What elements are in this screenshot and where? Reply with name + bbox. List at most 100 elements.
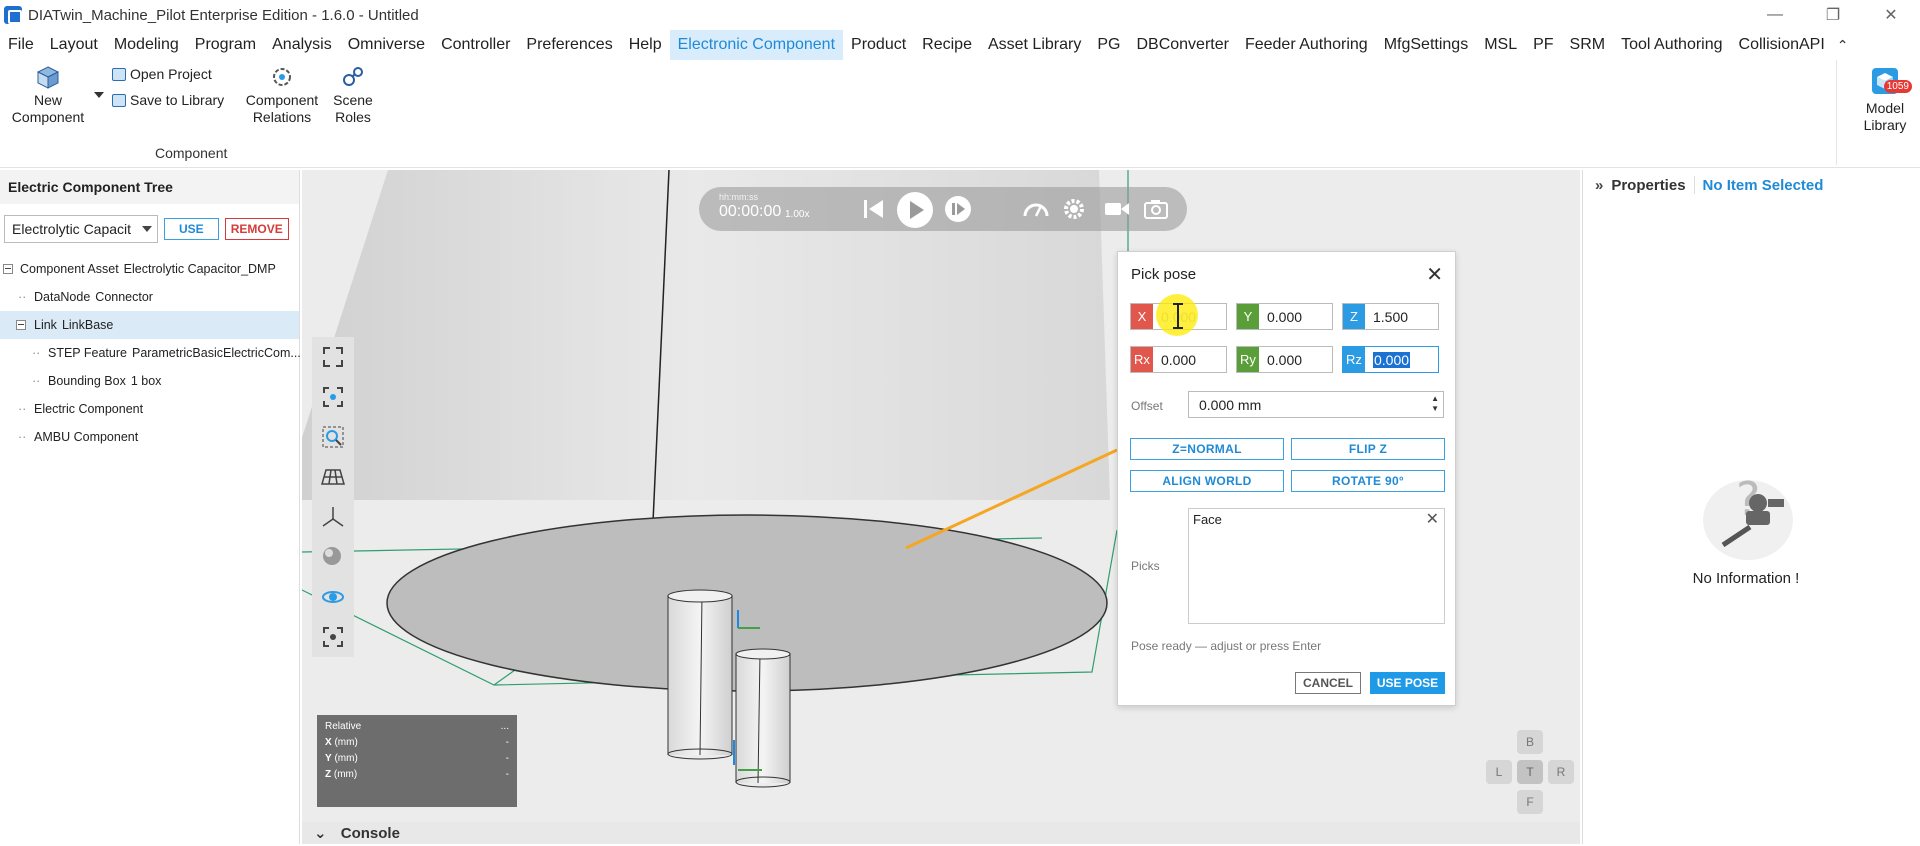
collapse-toggle-icon[interactable] — [16, 320, 26, 330]
step-forward-icon[interactable] — [944, 195, 972, 223]
use-pose-button[interactable]: USE POSE — [1370, 672, 1445, 694]
restore-button[interactable]: ❐ — [1804, 0, 1862, 30]
minimize-button[interactable]: — — [1746, 0, 1804, 30]
collapse-ribbon-icon[interactable]: ⌃ — [1837, 37, 1849, 54]
rx-value[interactable]: 0.000 — [1153, 347, 1226, 372]
skip-back-icon[interactable] — [861, 197, 887, 221]
rz-field[interactable]: Rz 0.000 — [1342, 346, 1439, 373]
playback-speed[interactable]: 1.00x — [785, 209, 809, 220]
rx-field[interactable]: Rx 0.000 — [1130, 346, 1227, 373]
menu-pf[interactable]: PF — [1525, 30, 1561, 60]
axis-triad-button[interactable] — [312, 497, 354, 537]
tree-node[interactable]: Link LinkBase — [0, 311, 299, 339]
model-library-button[interactable]: 1059 Model Library — [1850, 60, 1920, 134]
ry-value[interactable]: 0.000 — [1259, 347, 1332, 372]
shading-button[interactable] — [312, 537, 354, 577]
rz-value-text: 0.000 — [1373, 351, 1411, 368]
component-relations-button[interactable]: Component Relations — [240, 64, 324, 126]
console-panel[interactable]: ⌄ Console — [302, 822, 1580, 844]
rx-label: Rx — [1131, 347, 1153, 372]
rz-value[interactable]: 0.000 — [1365, 347, 1438, 372]
menu-analysis[interactable]: Analysis — [264, 30, 340, 60]
tree-connector: ·· — [18, 402, 27, 416]
expand-panel-icon[interactable]: » — [1595, 177, 1603, 194]
remove-button[interactable]: REMOVE — [224, 218, 289, 240]
fit-selection-button[interactable] — [312, 377, 354, 417]
tree-node[interactable]: ·· Electric Component — [0, 395, 299, 423]
play-icon[interactable] — [896, 191, 934, 229]
camera-icon[interactable] — [1143, 197, 1169, 221]
close-window-button[interactable]: ✕ — [1862, 0, 1920, 30]
save-to-library-button[interactable]: Save to Library — [112, 92, 224, 108]
focus-button[interactable] — [312, 617, 354, 657]
save-icon — [112, 93, 126, 107]
rotate-90-button[interactable]: ROTATE 90° — [1291, 470, 1445, 492]
grid-button[interactable] — [312, 457, 354, 497]
relative-row-x: X (mm) - — [325, 737, 509, 748]
z-field[interactable]: Z 1.500 — [1342, 303, 1439, 330]
collapse-toggle-icon[interactable] — [3, 264, 13, 274]
tree-node[interactable]: ·· AMBU Component — [0, 423, 299, 451]
align-world-button[interactable]: ALIGN WORLD — [1130, 470, 1284, 492]
menu-msl[interactable]: MSL — [1476, 30, 1525, 60]
menu-asset-library[interactable]: Asset Library — [980, 30, 1089, 60]
remove-pick-icon[interactable]: ✕ — [1426, 509, 1439, 529]
component-select[interactable]: Electrolytic Capacit — [4, 215, 158, 243]
menu-electronic-component[interactable]: Electronic Component — [669, 30, 844, 60]
chevron-down-icon[interactable]: ⌄ — [314, 825, 327, 842]
use-button[interactable]: USE — [164, 218, 219, 240]
speedometer-icon[interactable] — [1022, 197, 1050, 221]
tree-connector: ·· — [32, 346, 41, 360]
view-top[interactable]: T — [1517, 760, 1543, 784]
y-value[interactable]: 0.000 — [1259, 304, 1332, 329]
tree-connector: ·· — [32, 374, 41, 388]
menu-mfgsettings[interactable]: MfgSettings — [1376, 30, 1476, 60]
tree-node[interactable]: ·· STEP Feature ParametricBasicElectricCom… — [0, 339, 301, 367]
close-icon[interactable]: ✕ — [1426, 262, 1443, 287]
model-library-label: Model Library — [1863, 100, 1907, 133]
menu-srm[interactable]: SRM — [1562, 30, 1614, 60]
menu-preferences[interactable]: Preferences — [518, 30, 620, 60]
new-component-button[interactable]: New Component — [8, 64, 88, 126]
more-options-icon[interactable]: ... — [501, 721, 509, 732]
offset-input[interactable]: 0.000 mm ▲ ▼ — [1188, 391, 1444, 418]
view-left[interactable]: L — [1486, 760, 1512, 784]
flip-z-button[interactable]: FLIP Z — [1291, 438, 1445, 460]
tree-node[interactable]: ·· Bounding Box 1 box — [0, 367, 299, 395]
ry-field[interactable]: Ry 0.000 — [1236, 346, 1333, 373]
menu-program[interactable]: Program — [187, 30, 264, 60]
dropdown-arrow-icon[interactable] — [94, 92, 104, 98]
menu-file[interactable]: File — [0, 30, 42, 60]
video-camera-icon[interactable] — [1104, 199, 1130, 219]
menu-controller[interactable]: Controller — [433, 30, 518, 60]
spinner-icon[interactable]: ▲ ▼ — [1431, 394, 1439, 414]
menu-tool-authoring[interactable]: Tool Authoring — [1613, 30, 1730, 60]
menu-recipe[interactable]: Recipe — [914, 30, 980, 60]
menu-omniverse[interactable]: Omniverse — [340, 30, 433, 60]
gear-icon[interactable] — [1062, 197, 1086, 221]
menu-pg[interactable]: PG — [1089, 30, 1128, 60]
tree-node[interactable]: Component Asset Electrolytic Capacitor_DM… — [0, 255, 299, 283]
z-normal-button[interactable]: Z=NORMAL — [1130, 438, 1284, 460]
menu-feeder-authoring[interactable]: Feeder Authoring — [1237, 30, 1376, 60]
tree-node[interactable]: ·· DataNode Connector — [0, 283, 299, 311]
menu-modeling[interactable]: Modeling — [106, 30, 187, 60]
expand-icon — [323, 347, 343, 367]
zoom-window-button[interactable] — [312, 417, 354, 457]
view-right[interactable]: R — [1548, 760, 1574, 784]
scene-roles-button[interactable]: Scene Roles — [328, 64, 378, 126]
z-value[interactable]: 1.500 — [1365, 304, 1438, 329]
menu-layout[interactable]: Layout — [42, 30, 106, 60]
menu-dbconverter[interactable]: DBConverter — [1128, 30, 1236, 60]
menu-product[interactable]: Product — [843, 30, 914, 60]
view-back[interactable]: B — [1517, 730, 1543, 754]
menu-collisionapi[interactable]: CollisionAPI — [1731, 30, 1833, 60]
fit-all-button[interactable] — [312, 337, 354, 377]
cube-icon — [36, 66, 60, 89]
menu-help[interactable]: Help — [621, 30, 670, 60]
open-project-button[interactable]: Open Project — [112, 66, 212, 82]
orbit-button[interactable] — [312, 577, 354, 617]
view-front[interactable]: F — [1517, 790, 1543, 814]
y-field[interactable]: Y 0.000 — [1236, 303, 1333, 330]
cancel-button[interactable]: CANCEL — [1295, 672, 1361, 694]
